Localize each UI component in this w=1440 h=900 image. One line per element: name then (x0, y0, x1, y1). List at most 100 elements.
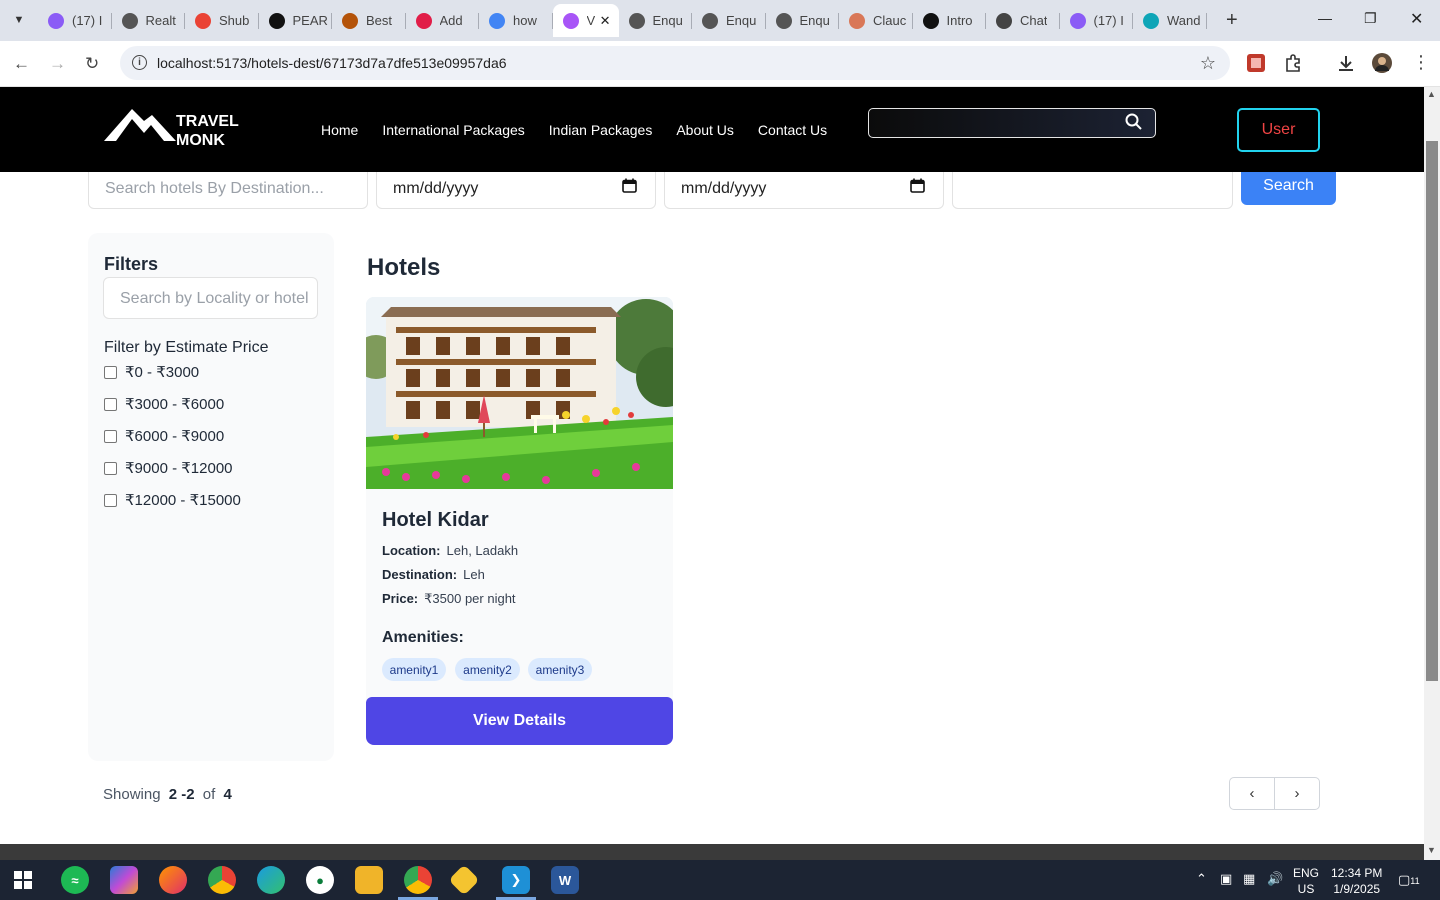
view-details-button[interactable]: View Details (366, 697, 673, 745)
menu-kebab-icon[interactable]: ⋮ (1412, 52, 1430, 73)
scroll-down-icon[interactable]: ▼ (1427, 845, 1436, 855)
firefox-icon[interactable] (159, 866, 187, 894)
browser-tab[interactable]: Enqu (619, 4, 693, 37)
browser-tab[interactable]: (17) I (38, 4, 112, 37)
locality-search-input[interactable]: Search by Locality or hotel (103, 277, 318, 319)
browser-tab[interactable]: Add (406, 4, 480, 37)
address-bar[interactable]: i localhost:5173/hotels-dest/67173d7a7df… (120, 46, 1230, 80)
calendar-icon[interactable] (910, 178, 925, 193)
nav-search-input[interactable] (868, 108, 1156, 138)
copilot-icon[interactable] (110, 866, 138, 894)
extensions-puzzle-icon[interactable] (1283, 53, 1303, 73)
browser-tab[interactable]: V ✕ (552, 4, 619, 37)
user-button[interactable]: User (1237, 108, 1320, 152)
reload-icon[interactable]: ↻ (85, 54, 99, 74)
browser-tab[interactable]: how (479, 4, 553, 37)
vscode-icon[interactable]: ❯ (502, 866, 530, 894)
prev-page-chevron-icon[interactable]: ‹ (1230, 778, 1274, 809)
price-checkbox[interactable] (104, 397, 117, 411)
browser-tab[interactable]: Wand (1133, 4, 1207, 37)
price-range-label: ₹0 - ₹3000 (125, 364, 200, 381)
bookmark-star-icon[interactable]: ☆ (1200, 53, 1216, 74)
new-tab-plus-icon[interactable]: + (1226, 10, 1238, 30)
filters-title: Filters (104, 254, 159, 274)
windows-start-icon[interactable] (14, 871, 32, 889)
globe-icon (121, 12, 138, 29)
language-indicator[interactable]: ENG US (1293, 865, 1319, 897)
tab-title: Enqu (652, 13, 683, 28)
url-text[interactable]: localhost:5173/hotels-dest/67173d7a7dfe5… (157, 55, 507, 71)
next-page-chevron-icon[interactable]: › (1274, 778, 1319, 809)
spotify-icon[interactable]: ≈ (61, 866, 89, 894)
tab-title: (17) I (1093, 13, 1124, 28)
nav-link-indian-packages[interactable]: Indian Packages (549, 122, 653, 138)
tray-chevron-up-icon[interactable]: ⌃ (1196, 871, 1207, 887)
nav-links: Home International Packages Indian Packa… (321, 122, 827, 138)
word-icon[interactable]: W (551, 866, 579, 894)
tab-search-chevron-icon[interactable]: ▼ (6, 8, 32, 32)
showing-range: 2 -2 (168, 786, 195, 803)
notifications-icon[interactable]: ▢11 (1398, 872, 1420, 888)
price-checkbox[interactable] (104, 461, 117, 475)
minimize-icon[interactable]: — (1318, 10, 1332, 26)
browser-tab[interactable]: PEAR (259, 4, 333, 37)
browser-tab[interactable]: Intro (913, 4, 987, 37)
clock-date: 1/9/2025 (1333, 882, 1381, 896)
chrome-icon[interactable] (208, 866, 236, 894)
price-range-option[interactable]: ₹6000 - ₹9000 (104, 427, 224, 445)
nav-link-contact-us[interactable]: Contact Us (758, 122, 827, 138)
clock[interactable]: 12:34 PM 1/9/2025 (1331, 865, 1382, 897)
calendar-icon[interactable] (622, 178, 637, 193)
nav-link-home[interactable]: Home (321, 122, 358, 138)
price-checkbox[interactable] (104, 493, 117, 507)
browser-tab[interactable]: Enqu (766, 4, 840, 37)
price-range-label: ₹12000 - ₹15000 (125, 492, 241, 509)
price-range-option[interactable]: ₹12000 - ₹15000 (104, 491, 241, 509)
search-icon[interactable] (1125, 113, 1143, 131)
profile-avatar[interactable] (1372, 53, 1392, 73)
meet-icon[interactable]: ▣ (1220, 871, 1232, 887)
browser-tab[interactable]: Chat (986, 4, 1060, 37)
close-window-icon[interactable]: ✕ (1410, 9, 1423, 29)
browser-tab[interactable]: Enqu (692, 4, 766, 37)
browser-tab[interactable]: Shub (185, 4, 259, 37)
back-arrow-icon[interactable]: ← (13, 54, 30, 74)
page-scrollbar[interactable]: ▲ ▼ (1424, 87, 1440, 860)
price-range-option[interactable]: ₹9000 - ₹12000 (104, 459, 233, 477)
filters-panel: Filters Search by Locality or hotel Filt… (88, 233, 334, 761)
price-range-label: ₹3000 - ₹6000 (125, 396, 225, 413)
scroll-up-icon[interactable]: ▲ (1427, 89, 1436, 99)
file-explorer-icon[interactable] (355, 866, 383, 894)
logo[interactable]: TRAVEL MONK (104, 105, 254, 149)
tab-title: V (586, 13, 596, 28)
price-checkbox[interactable] (104, 365, 117, 379)
chrome-profile-icon[interactable] (404, 866, 432, 894)
browser-tab[interactable]: Best (332, 4, 406, 37)
network-icon[interactable]: ▦ (1243, 871, 1255, 887)
restore-icon[interactable]: ❐ (1364, 10, 1377, 27)
close-tab-icon[interactable]: ✕ (600, 13, 611, 29)
scroll-thumb[interactable] (1426, 141, 1438, 681)
tab-title: Realt (145, 13, 176, 28)
location-value: Leh, Ladakh (446, 543, 519, 558)
edge-icon[interactable] (257, 866, 285, 894)
download-icon[interactable] (1336, 53, 1356, 73)
mongodb-compass-icon[interactable]: ● (306, 866, 334, 894)
checkout-date-value: mm/dd/yyyy (681, 180, 767, 197)
site-info-icon[interactable]: i (132, 55, 147, 70)
nav-link-about-us[interactable]: About Us (676, 122, 734, 138)
destination-value: Leh (463, 567, 485, 582)
git-kraken-icon[interactable] (448, 864, 480, 896)
browser-tab[interactable]: Realt (112, 4, 186, 37)
forward-arrow-icon[interactable]: → (49, 54, 66, 74)
price-range-option[interactable]: ₹0 - ₹3000 (104, 363, 199, 381)
browser-tab[interactable]: (17) I (1060, 4, 1134, 37)
price-checkbox[interactable] (104, 429, 117, 443)
browser-tab[interactable]: Clauc (839, 4, 913, 37)
globe-icon (775, 12, 792, 29)
extension-icon[interactable] (1246, 53, 1266, 73)
volume-icon[interactable]: 🔊 (1267, 871, 1283, 887)
price-range-option[interactable]: ₹3000 - ₹6000 (104, 395, 224, 413)
nav-link-international-packages[interactable]: International Packages (382, 122, 524, 138)
amenity-chip: amenity3 (528, 658, 592, 681)
